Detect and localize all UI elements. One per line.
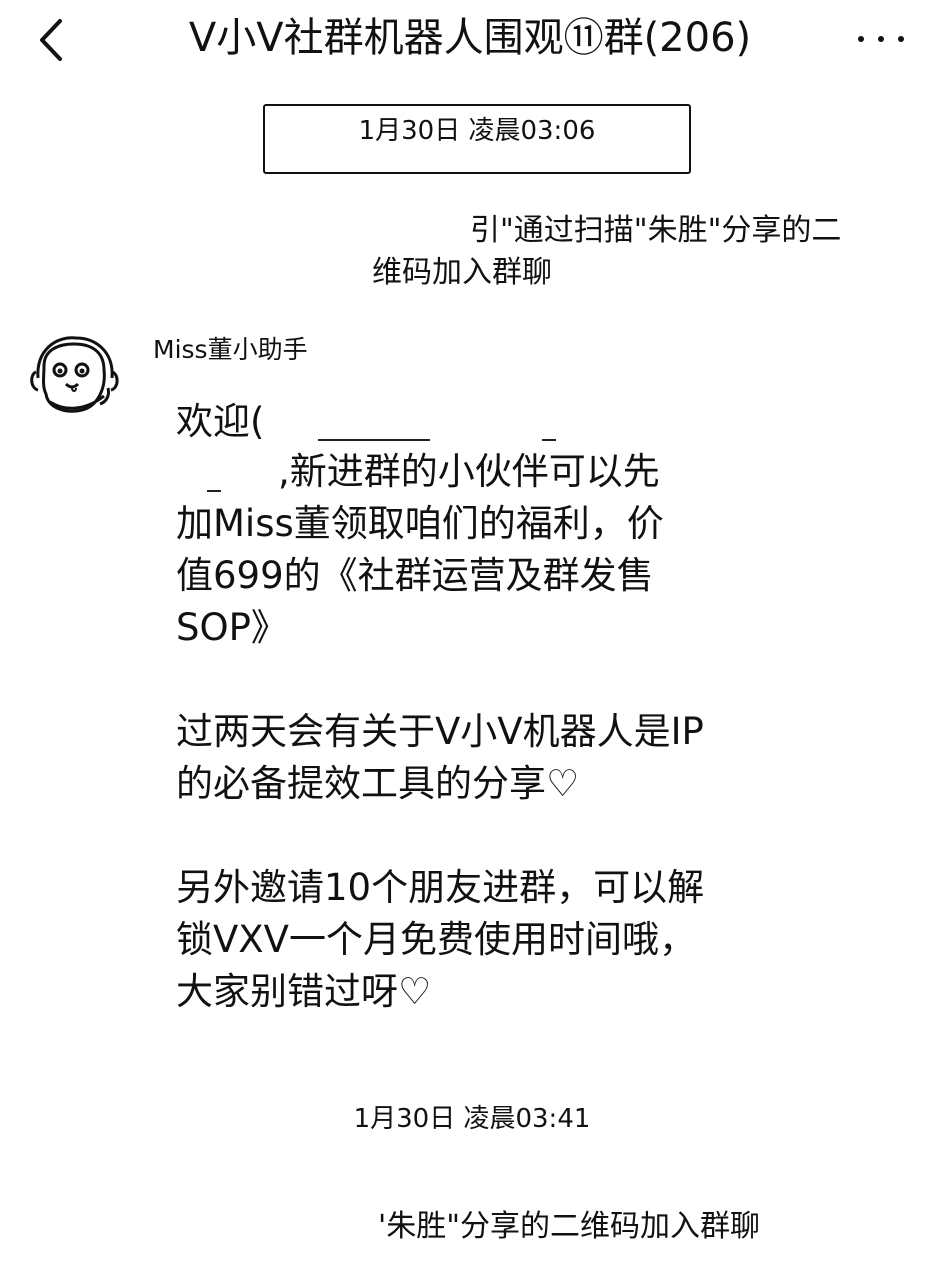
- system-message-line: 引"通过扫描"朱胜"分享的二: [470, 213, 842, 248]
- message-line: 另外邀请10个朋友进群，可以解: [176, 866, 705, 909]
- avatar[interactable]: [26, 326, 122, 422]
- system-message-line: '朱胜"分享的二维码加入群聊: [378, 1209, 761, 1244]
- message-line: SOP》: [176, 606, 288, 649]
- more-options-button[interactable]: [852, 24, 912, 54]
- chevron-left-icon: [40, 19, 62, 61]
- message-line: 锁VXV一个月免费使用时间哦，: [176, 918, 696, 961]
- back-button[interactable]: [32, 18, 72, 62]
- message-line: 的必备提效工具的分享♡: [176, 762, 580, 805]
- message-line: ,新进群的小伙伴可以先: [278, 450, 660, 493]
- message-line: 加Miss董领取咱们的福利，价: [176, 502, 664, 545]
- redaction-mark: [318, 439, 430, 441]
- chat-title: V小V社群机器人围观⑪群(206): [188, 15, 752, 61]
- message-line: 欢迎(: [176, 400, 265, 443]
- system-message-line: 维码加入群聊: [372, 255, 552, 290]
- redaction-mark: [207, 490, 221, 492]
- timestamp: 1月30日 凌晨03:06: [358, 116, 596, 146]
- message-line: 大家别错过呀♡: [176, 970, 432, 1013]
- sender-name: Miss董小助手: [153, 335, 308, 364]
- timestamp: 1月30日 凌晨03:41: [353, 1104, 591, 1134]
- timestamp-box: 1月30日 凌晨03:06: [263, 104, 691, 174]
- redaction-mark: [542, 439, 556, 441]
- message-line: 值699的《社群运营及群发售: [176, 554, 654, 597]
- message-line: 过两天会有关于V小V机器人是IP: [176, 710, 704, 753]
- more-dots-icon: [858, 36, 864, 42]
- chat-header: V小V社群机器人围观⑪群(206): [0, 0, 944, 80]
- cartoon-avatar-icon: [30, 336, 119, 413]
